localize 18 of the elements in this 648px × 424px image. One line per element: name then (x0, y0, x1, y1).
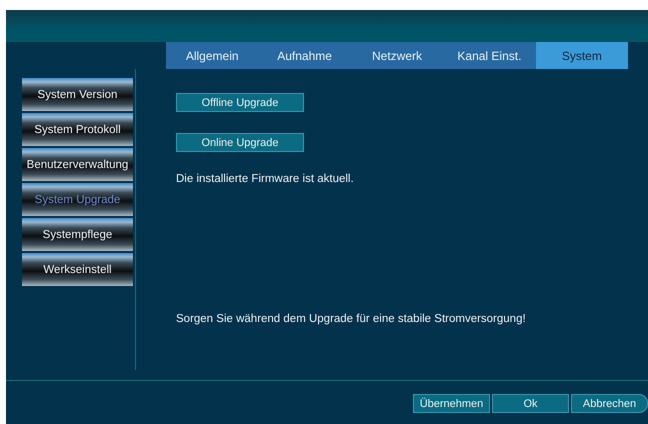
sidebar-item[interactable]: Benutzerverwaltung (22, 148, 133, 181)
notice-text: Sorgen Sie während dem Upgrade für eine stabile Stromversorgung! (176, 313, 527, 325)
upgrade-button[interactable]: Offline Upgrade (176, 93, 304, 112)
footer-button[interactable]: Abbrechen (571, 394, 648, 413)
status-text: Die installierte Firmware ist aktuell. (176, 173, 355, 185)
upgrade-button[interactable]: Online Upgrade (176, 133, 304, 152)
sidebar-item[interactable]: System Protokoll (22, 113, 133, 146)
sidebar-item[interactable]: Werkseinstell (22, 253, 133, 286)
tab[interactable]: Kanal Einst. (443, 42, 536, 69)
footer-button[interactable]: Ok (492, 394, 569, 413)
sidebar-item[interactable]: Systempflege (22, 218, 133, 251)
tab[interactable]: Allgemein (166, 42, 258, 69)
tab[interactable]: Aufnahme (258, 42, 351, 69)
tab[interactable]: System (536, 42, 628, 69)
footer-button[interactable]: Übernehmen (413, 394, 490, 413)
sidebar-item[interactable]: System Version (22, 78, 133, 111)
sidebar-item[interactable]: System Upgrade (22, 183, 133, 216)
tab[interactable]: Netzwerk (350, 42, 444, 69)
